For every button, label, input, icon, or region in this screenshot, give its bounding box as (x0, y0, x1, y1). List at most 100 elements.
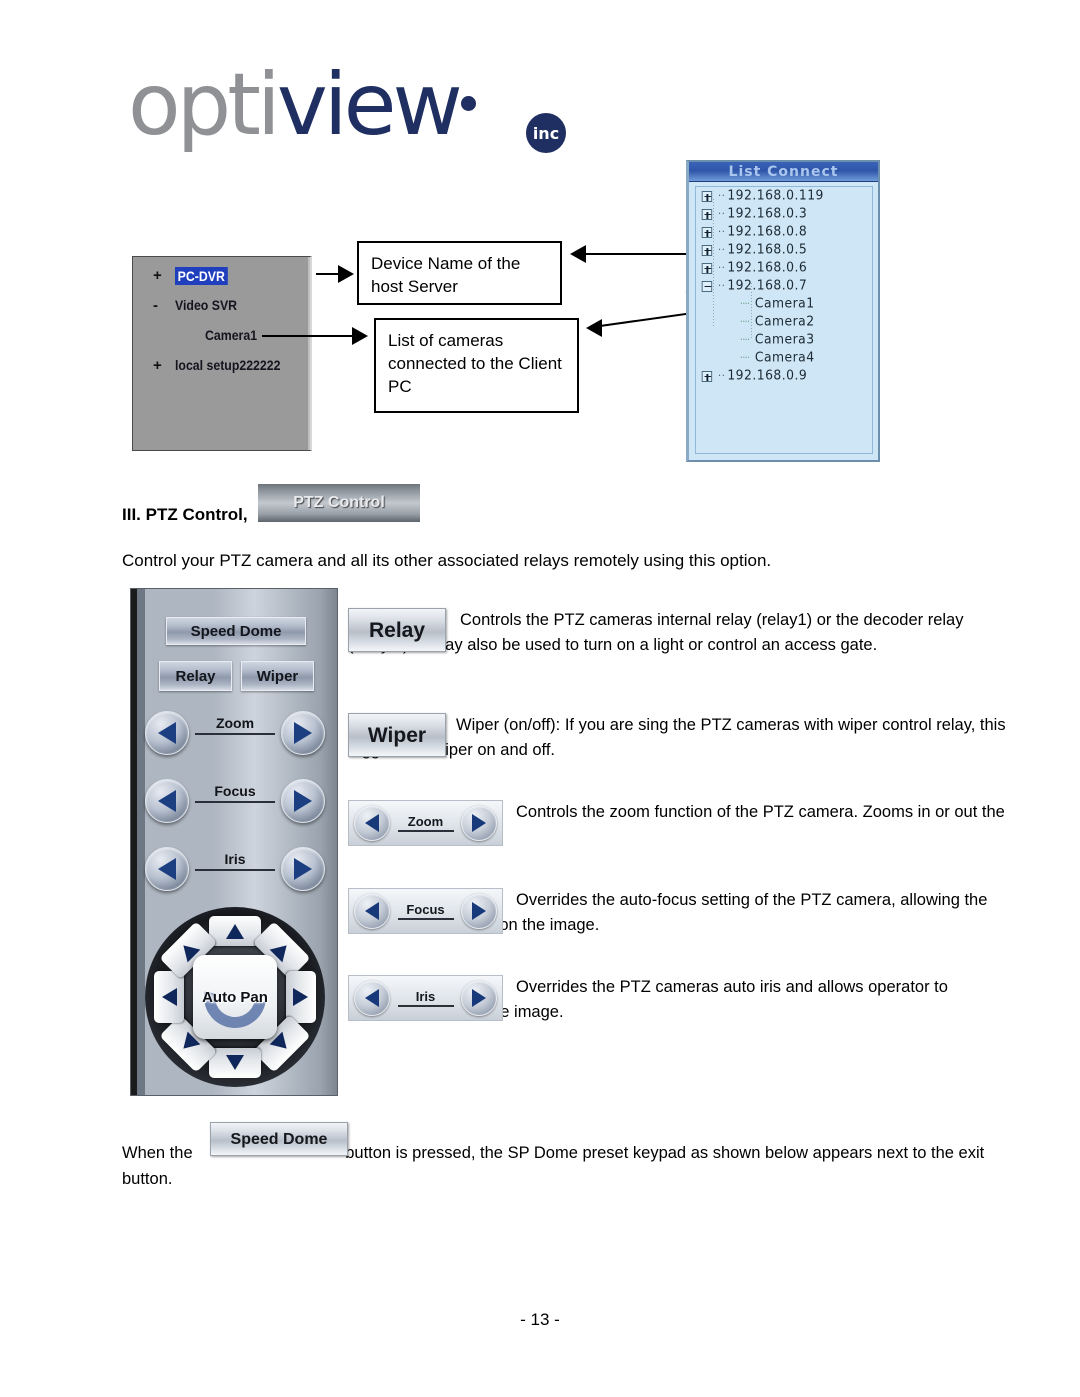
speed-dome-button[interactable]: Speed Dome (166, 617, 306, 645)
list-row-child[interactable]: ···· Camera3 (696, 331, 863, 349)
zoom-in-button[interactable] (461, 805, 497, 841)
arrow-head-tree-to-cameras (352, 327, 368, 345)
list-row-label: 192.168.0.5 (727, 242, 808, 258)
page-number: - 13 - (520, 1310, 560, 1329)
wiper-description: Wiper (on/off): If you are sing the PTZ … (348, 716, 1006, 759)
list-row-label: 192.168.0.8 (727, 224, 808, 240)
tree-expander-pc-dvr[interactable]: + (153, 267, 162, 284)
section-heading: III. PTZ Control, (122, 505, 248, 524)
list-row-label: 192.168.0.7 (727, 278, 808, 294)
iris-stepper-image[interactable]: Iris (348, 975, 503, 1021)
list-row-child[interactable]: ···· Camera2 (696, 313, 863, 331)
wiper-button-image[interactable]: Wiper (348, 713, 446, 757)
description-iris: Iris Overrides the PTZ cameras auto iris… (348, 975, 1008, 1055)
auto-pan-button[interactable]: Auto Pan (191, 953, 279, 1041)
focus-far-button[interactable] (281, 779, 325, 823)
zoom-control-row[interactable]: Zoom (145, 707, 325, 763)
ptz-control-button[interactable]: PTZ Control (258, 484, 420, 522)
focus-near-button[interactable] (145, 779, 189, 823)
tree-expander-local-setup[interactable]: + (153, 357, 162, 374)
focus-control-row[interactable]: Focus (145, 775, 325, 831)
tree-dash: ·· (717, 243, 726, 256)
list-connect-panel[interactable]: List Connect ·· 192.168.0.119 ·· 192.168.0… (686, 160, 880, 462)
tree-item-local-setup[interactable]: local setup222222 (175, 357, 280, 373)
list-row[interactable]: ·· 192.168.0.5 (696, 241, 863, 259)
list-row-child[interactable]: ···· Camera1 (696, 295, 863, 313)
focus-far-button[interactable] (461, 893, 497, 929)
iris-label: Iris (195, 851, 275, 871)
pan-left-button[interactable] (154, 971, 184, 1023)
wiper-button[interactable]: Wiper (241, 661, 314, 691)
focus-label: Focus (195, 783, 275, 803)
list-row-label: Camera2 (754, 314, 815, 330)
list-connect-title: List Connect (689, 162, 878, 182)
list-row[interactable]: ·· 192.168.0.9 (696, 367, 863, 385)
description-wiper: Wiper Wiper (on/off): If you are sing th… (348, 713, 1008, 793)
triangle-right-icon (472, 902, 486, 920)
callout-camera-list: List of cameras connected to the Client … (374, 318, 579, 413)
list-row-label: 192.168.0.6 (727, 260, 808, 276)
arrow-up-icon (226, 923, 244, 939)
list-connect-body[interactable]: ·· 192.168.0.119 ·· 192.168.0.3 ·· 192.168.… (695, 186, 873, 454)
list-row-label: Camera4 (754, 350, 815, 366)
triangle-right-icon (294, 790, 312, 812)
tree-expander-video-svr[interactable]: - (153, 297, 158, 314)
tree-leaf-dash: ···· (739, 297, 750, 310)
pan-down-button[interactable] (209, 1048, 261, 1078)
expander-plus-icon[interactable] (701, 208, 713, 220)
list-row-label: 192.168.0.3 (727, 206, 808, 222)
tree-leaf-dash: ···· (739, 315, 750, 328)
expander-plus-icon[interactable] (701, 262, 713, 274)
tree-item-pc-dvr[interactable]: PC-DVR (175, 267, 228, 285)
expander-minus-icon[interactable] (701, 280, 713, 292)
tree-item-video-svr[interactable]: Video SVR (175, 297, 237, 313)
iris-close-button[interactable] (354, 980, 390, 1016)
iris-control-row[interactable]: Iris (145, 843, 325, 899)
list-row[interactable]: ·· 192.168.0.7 (696, 277, 863, 295)
triangle-left-icon (158, 722, 176, 744)
device-tree-panel[interactable]: + PC-DVR - Video SVR Camera1 + local set… (132, 256, 312, 451)
optiview-logo: opti view inc (128, 55, 566, 155)
relay-button[interactable]: Relay (159, 661, 232, 691)
relay-description: Controls the PTZ cameras internal relay … (348, 611, 964, 654)
list-row[interactable]: ·· 192.168.0.8 (696, 223, 863, 241)
triangle-left-icon (158, 858, 176, 880)
tree-leaf-dash: ···· (739, 333, 750, 346)
pan-up-button[interactable] (209, 916, 261, 946)
zoom-label: Zoom (195, 715, 275, 735)
triangle-right-icon (294, 722, 312, 744)
expander-plus-icon[interactable] (701, 244, 713, 256)
tree-item-camera1[interactable]: Camera1 (205, 327, 257, 343)
expander-plus-icon[interactable] (701, 226, 713, 238)
relay-button-image[interactable]: Relay (348, 608, 446, 652)
zoom-out-button[interactable] (354, 805, 390, 841)
speed-dome-button-image[interactable]: Speed Dome (210, 1122, 348, 1156)
triangle-left-icon (365, 989, 379, 1007)
expander-plus-icon[interactable] (701, 190, 713, 202)
tree-leaf-dash: ···· (739, 351, 750, 364)
direction-pad[interactable]: Auto Pan (145, 907, 325, 1087)
iris-open-button[interactable] (461, 980, 497, 1016)
logo-text-view: view (276, 55, 463, 155)
zoom-stepper-image[interactable]: Zoom (348, 800, 503, 846)
section-intro-text: Control your PTZ camera and all its othe… (122, 551, 772, 570)
iris-open-button[interactable] (281, 847, 325, 891)
iris-close-button[interactable] (145, 847, 189, 891)
ptz-control-panel[interactable]: Speed Dome Relay Wiper Zoom Focus Iris A… (130, 588, 338, 1096)
zoom-out-button[interactable] (145, 711, 189, 755)
focus-near-button[interactable] (354, 893, 390, 929)
expander-plus-icon[interactable] (701, 370, 713, 382)
list-row-child[interactable]: ···· Camera4 (696, 349, 863, 367)
list-row[interactable]: ·· 192.168.0.6 (696, 259, 863, 277)
pan-right-button[interactable] (286, 971, 316, 1023)
list-row[interactable]: ·· 192.168.0.119 (696, 187, 863, 205)
focus-stepper-image[interactable]: Focus (348, 888, 503, 934)
triangle-left-icon (158, 790, 176, 812)
triangle-right-icon (294, 858, 312, 880)
arrow-line-tree-to-cameras (262, 335, 355, 337)
zoom-in-button[interactable] (281, 711, 325, 755)
triangle-right-icon (472, 989, 486, 1007)
arrow-right-icon (293, 988, 309, 1006)
arrow-line-tree-to-device (316, 273, 340, 275)
list-row[interactable]: ·· 192.168.0.3 (696, 205, 863, 223)
